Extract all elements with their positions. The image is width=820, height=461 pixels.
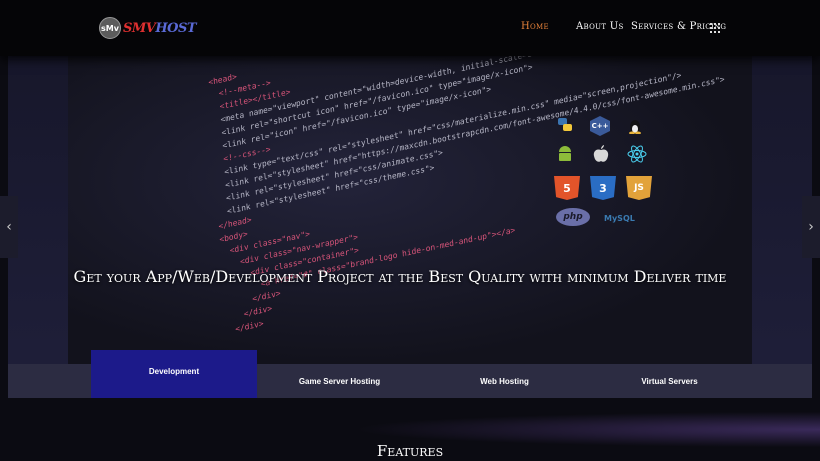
features-title: Features <box>376 442 444 460</box>
linux-icon <box>629 120 641 134</box>
logo-badge: sMv <box>99 17 121 39</box>
css3-icon: 3 <box>590 176 616 200</box>
tab-web-hosting[interactable]: Web Hosting <box>422 364 587 398</box>
site-logo[interactable]: sMv SMVHOST <box>99 17 197 39</box>
html5-icon: 5 <box>554 176 580 200</box>
tab-development[interactable]: Development <box>91 350 257 398</box>
chevron-left-icon: ‹ <box>6 219 12 235</box>
react-icon <box>627 145 647 163</box>
site-header: sMv SMVHOST Home About Us Services & Pri… <box>0 0 820 56</box>
tab-virtual-servers[interactable]: Virtual Servers <box>587 364 752 398</box>
code-background: <head> <!--meta--> <title></title> <meta… <box>208 56 740 338</box>
nav-home[interactable]: Home <box>521 21 549 32</box>
python-icon <box>558 118 572 131</box>
apple-icon <box>593 145 609 162</box>
tab-game-server-hosting[interactable]: Game Server Hosting <box>257 364 422 398</box>
hero-slide-image: <head> <!--meta--> <title></title> <meta… <box>68 56 752 366</box>
hero-headline: Get your App/Web/Development Project at … <box>73 267 727 286</box>
apps-grid-icon[interactable] <box>710 23 720 33</box>
nav-about-us[interactable]: About Us <box>576 21 624 32</box>
logo-text: SMVHOST <box>123 20 197 36</box>
php-icon: php <box>556 208 590 226</box>
chevron-right-icon: › <box>808 219 814 235</box>
android-icon <box>559 146 571 161</box>
mysql-icon: MySQL <box>604 214 635 223</box>
service-tabs: Development Game Server Hosting Web Host… <box>8 350 812 398</box>
js-icon: JS <box>626 176 652 200</box>
slider-next-button[interactable]: › <box>802 196 820 258</box>
slider-prev-button[interactable]: ‹ <box>0 196 18 258</box>
